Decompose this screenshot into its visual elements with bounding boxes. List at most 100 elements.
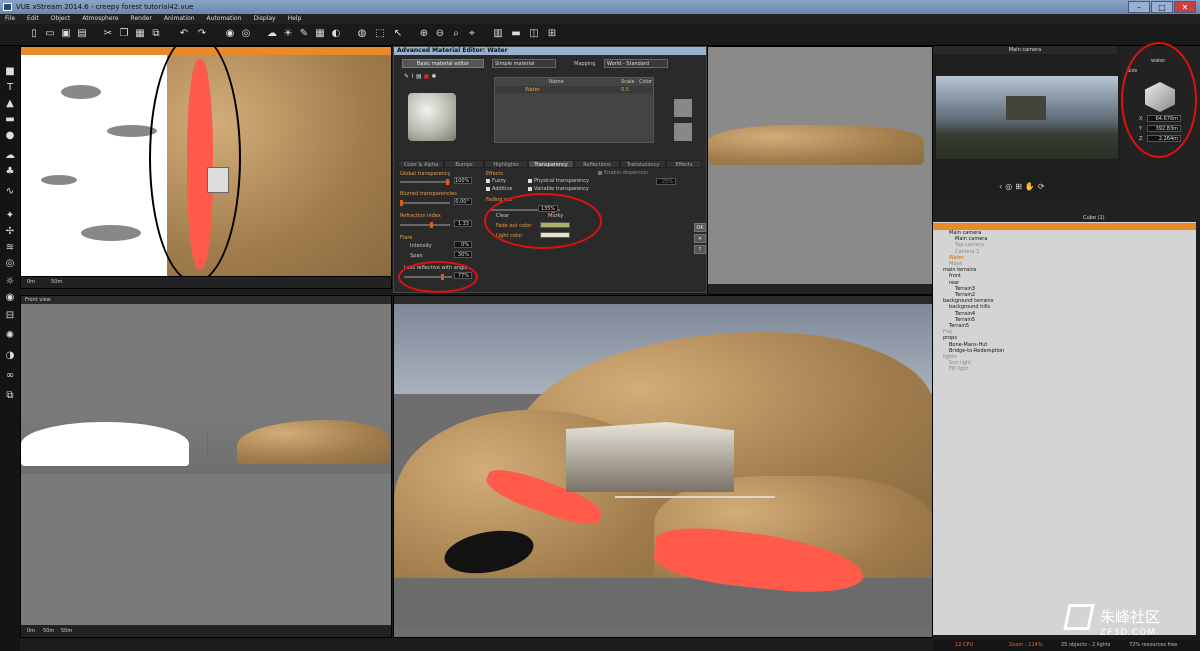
explode-icon[interactable]: ✺ xyxy=(4,330,16,342)
tab-highlights[interactable]: Highlights xyxy=(484,160,528,168)
sun-icon[interactable]: ☀ xyxy=(282,28,294,40)
zoom-all-icon[interactable]: ⌖ xyxy=(466,28,478,40)
render-globe-icon[interactable]: ◍ xyxy=(356,28,368,40)
global-transparency-field[interactable]: 100% xyxy=(454,177,472,184)
material-icon[interactable]: ▣ xyxy=(424,73,430,81)
open-file-icon[interactable]: ▭ xyxy=(44,28,56,40)
sun-light-icon[interactable]: ☼ xyxy=(4,276,16,288)
front-viewport[interactable]: Front view 0m 50m 50m xyxy=(20,295,392,638)
grid-icon[interactable]: ▦ xyxy=(314,28,326,40)
layer-row-water[interactable]: Water 0.5 xyxy=(495,86,653,93)
cube-icon[interactable]: ■ xyxy=(4,66,16,78)
menu-edit[interactable]: Edit xyxy=(27,14,39,24)
brush-icon[interactable]: ✎ xyxy=(404,73,409,81)
flare-intensity-field[interactable]: 0% xyxy=(454,241,472,248)
variable-transparency-checkbox[interactable] xyxy=(528,187,532,191)
camera-object-icon[interactable]: ◉ xyxy=(4,292,16,304)
tab-translucency[interactable]: Translucency xyxy=(620,160,666,168)
plant-icon[interactable]: ♣ xyxy=(4,166,16,178)
new-file-icon[interactable]: ▯ xyxy=(28,28,40,40)
zoom-fit-icon[interactable]: ⌕ xyxy=(450,28,462,40)
torus-icon[interactable]: ◎ xyxy=(4,258,16,270)
metablob-icon[interactable]: ∞ xyxy=(4,370,16,382)
menu-render[interactable]: Render xyxy=(131,14,152,24)
cut-icon[interactable]: ✂ xyxy=(102,28,114,40)
duplicate-icon[interactable]: ⧉ xyxy=(150,28,162,40)
menu-animation[interactable]: Animation xyxy=(164,14,195,24)
dispersion-field[interactable]: 25% xyxy=(656,178,676,185)
tree-item[interactable]: Fill light xyxy=(933,366,1196,373)
ok-button[interactable]: OK xyxy=(694,223,706,232)
copy-icon[interactable]: ❐ xyxy=(118,28,130,40)
palette-icon[interactable]: ◐ xyxy=(330,28,342,40)
pointer-icon[interactable]: ↖ xyxy=(392,28,404,40)
blurred-transparencies-slider[interactable] xyxy=(400,200,450,206)
physical-transparency-checkbox[interactable] xyxy=(528,179,532,183)
tree-row-selected[interactable] xyxy=(933,223,1196,230)
camera-fit-icon[interactable]: ⊞ xyxy=(1015,182,1022,194)
eyedropper-icon[interactable]: ⌇ xyxy=(411,73,414,81)
bridge-model[interactable] xyxy=(600,496,776,536)
mapping-dropdown[interactable]: World - Standard xyxy=(604,59,668,68)
cancel-button[interactable]: ✕ xyxy=(694,234,706,243)
camera-target-icon[interactable]: ◎ xyxy=(240,28,252,40)
atmosphere-icon[interactable]: ☁ xyxy=(266,28,278,40)
refraction-index-field[interactable]: 1.33 xyxy=(454,220,472,227)
zoom-in-icon[interactable]: ⊕ xyxy=(418,28,430,40)
global-transparency-slider[interactable] xyxy=(400,179,450,185)
rock-icon[interactable]: ● xyxy=(4,130,16,142)
help-button[interactable]: ? xyxy=(694,245,706,254)
hair-icon[interactable]: ≋ xyxy=(4,242,16,254)
tab-effects[interactable]: Effects xyxy=(666,160,702,168)
four-view-icon[interactable]: ⊞ xyxy=(546,28,558,40)
text-icon[interactable]: T xyxy=(4,82,16,94)
layer-icon[interactable]: ▤ xyxy=(416,73,422,81)
render-icon[interactable]: ▤ xyxy=(76,28,88,40)
undo-icon[interactable]: ↶ xyxy=(178,28,190,40)
close-button[interactable]: ✕ xyxy=(1174,1,1196,13)
camera-preview[interactable] xyxy=(936,76,1118,159)
tab-transparency[interactable]: Transparency xyxy=(528,160,574,168)
light-icon[interactable]: ✦ xyxy=(4,210,16,222)
perspective-viewport[interactable] xyxy=(393,295,933,638)
camera-pan-icon[interactable]: ✋ xyxy=(1025,182,1035,194)
menu-object[interactable]: Object xyxy=(51,14,71,24)
paint-icon[interactable]: ✎ xyxy=(298,28,310,40)
save-icon[interactable]: ▣ xyxy=(60,28,72,40)
blurred-transparencies-field[interactable]: 0.00° xyxy=(454,198,472,205)
film-icon[interactable]: ▥ xyxy=(492,28,504,40)
menu-display[interactable]: Display xyxy=(253,14,275,24)
material-preview-sphere[interactable] xyxy=(408,93,456,141)
paste-icon[interactable]: ▦ xyxy=(134,28,146,40)
area-render-icon[interactable]: ⬚ xyxy=(374,28,386,40)
material-type-dropdown[interactable]: Simple material xyxy=(492,59,556,68)
additive-checkbox[interactable] xyxy=(486,187,490,191)
menu-automation[interactable]: Automation xyxy=(207,14,242,24)
wind-icon[interactable]: ✢ xyxy=(4,226,16,238)
basic-material-editor-button[interactable]: Basic material editor xyxy=(402,59,484,68)
menu-help[interactable]: Help xyxy=(288,14,302,24)
redo-icon[interactable]: ↷ xyxy=(196,28,208,40)
tab-color-alpha[interactable]: Color & Alpha xyxy=(398,160,444,168)
zoom-out-icon[interactable]: ⊖ xyxy=(434,28,446,40)
maximize-button[interactable]: □ xyxy=(1151,1,1173,13)
cloud-icon[interactable]: ☁ xyxy=(4,150,16,162)
flare-span-field[interactable]: 30% xyxy=(454,251,472,258)
layer-list[interactable]: Name Scale Color Water 0.5 xyxy=(494,77,654,143)
camera-zoom-icon[interactable]: ◎ xyxy=(1005,182,1012,194)
color-swatch-a[interactable] xyxy=(674,99,692,117)
terrain-icon[interactable]: ▲ xyxy=(4,98,16,110)
color-swatch-b[interactable] xyxy=(674,123,692,141)
hut-model[interactable] xyxy=(566,422,734,492)
boolean-icon[interactable]: ◑ xyxy=(4,350,16,362)
tab-reflections[interactable]: Reflections xyxy=(574,160,620,168)
water-plane-icon[interactable]: ▬ xyxy=(4,114,16,126)
group-icon[interactable]: ⧉ xyxy=(4,390,16,402)
minimize-button[interactable]: – xyxy=(1128,1,1150,13)
lock-icon[interactable]: ⊟ xyxy=(4,310,16,322)
world-browser-tree[interactable]: Main camera Main camera Top camera Camera 1… xyxy=(933,222,1196,635)
spline-icon[interactable]: ∿ xyxy=(4,186,16,198)
settings-icon[interactable]: ✱ xyxy=(431,73,436,81)
menu-file[interactable]: File xyxy=(5,14,15,24)
menu-atmosphere[interactable]: Atmosphere xyxy=(82,14,118,24)
